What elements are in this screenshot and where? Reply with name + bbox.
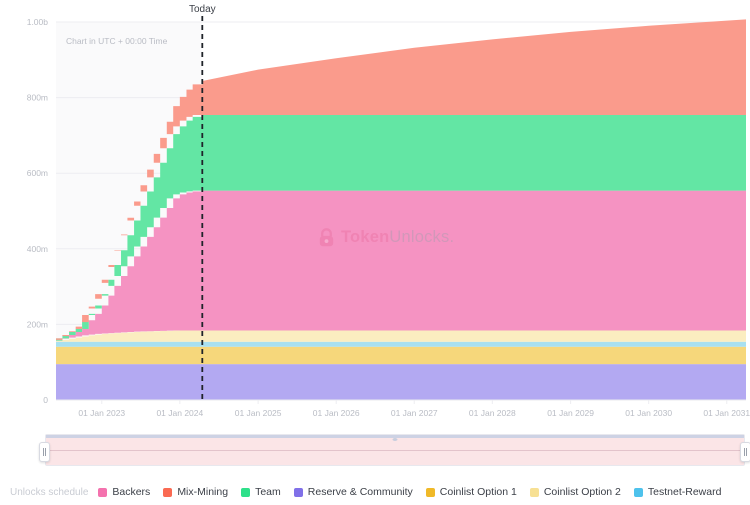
token-unlocks-chart-page: 0 200m 400m 600m 800m 1.00b 01 Jan 2023 01 Jan … — [0, 0, 750, 505]
area-band-coinlist-option-2 — [56, 330, 746, 341]
legend-label: Coinlist Option 2 — [544, 486, 621, 498]
legend-item-coinlist-option-2[interactable]: Coinlist Option 2 — [530, 486, 621, 498]
legend-label: Mix-Mining — [177, 486, 228, 498]
legend-swatch — [98, 488, 107, 497]
area-band-testnet-reward — [56, 342, 746, 347]
grip-line-icon — [746, 448, 747, 456]
legend-swatch — [634, 488, 643, 497]
legend-swatch — [530, 488, 539, 497]
legend-label: Coinlist Option 1 — [440, 486, 517, 498]
legend-item-reserve-community[interactable]: Reserve & Community — [294, 486, 413, 498]
area-band-coinlist-option-1 — [56, 347, 746, 364]
x-axis-tick-label: 01 Jan 2025 — [235, 408, 282, 418]
legend-title: Unlocks schedule — [10, 487, 88, 498]
y-axis-tick-label: 200m — [27, 319, 48, 329]
legend-label: Team — [255, 486, 281, 498]
today-marker-label: Today — [189, 4, 216, 15]
range-selector-center-marker — [393, 438, 398, 441]
x-axis-tick-label: 01 Jan 2027 — [391, 408, 438, 418]
x-axis-tick-label: 01 Jan 2023 — [78, 408, 125, 418]
legend-item-testnet-reward[interactable]: Testnet-Reward — [634, 486, 722, 498]
legend-swatch — [163, 488, 172, 497]
legend-item-team[interactable]: Team — [241, 486, 281, 498]
x-axis-tick-label: 01 Jan 2030 — [625, 408, 672, 418]
range-selector-baseline — [46, 450, 744, 451]
legend-item-list: Backers Mix-Mining Team Reserve & Community… — [98, 486, 734, 498]
x-axis-tick-label: 01 Jan 2026 — [313, 408, 360, 418]
range-selector-track[interactable] — [45, 434, 745, 466]
y-axis-tick-label: 400m — [27, 244, 48, 254]
x-axis-tick-label: 01 Jan 2031 — [703, 408, 750, 418]
legend-swatch — [241, 488, 250, 497]
legend-item-mix-mining[interactable]: Mix-Mining — [163, 486, 228, 498]
chart-container[interactable]: 0 200m 400m 600m 800m 1.00b 01 Jan 2023 01 Jan … — [0, 0, 750, 430]
legend-item-coinlist-option-1[interactable]: Coinlist Option 1 — [426, 486, 517, 498]
utc-note: Chart in UTC + 00:00 Time — [66, 36, 168, 46]
y-axis-tick-label: 800m — [27, 93, 48, 103]
area-band-reserve-community — [56, 364, 746, 400]
chart-legend: Unlocks schedule Backers Mix-Mining Team Re… — [10, 486, 750, 498]
range-selector[interactable] — [45, 428, 745, 468]
y-axis-tick-label: 600m — [27, 168, 48, 178]
grip-line-icon — [45, 448, 46, 456]
range-end-handle[interactable] — [740, 442, 750, 462]
stacked-area-chart[interactable]: 0 200m 400m 600m 800m 1.00b 01 Jan 2023 01 Jan … — [0, 0, 750, 430]
y-axis-tick-label: 1.00b — [27, 17, 49, 27]
x-axis-tick-label: 01 Jan 2024 — [156, 408, 203, 418]
range-start-handle[interactable] — [39, 442, 50, 462]
legend-swatch — [294, 488, 303, 497]
y-axis-tick-label: 0 — [43, 395, 48, 405]
legend-item-backers[interactable]: Backers — [98, 486, 150, 498]
x-axis-tick-label: 01 Jan 2028 — [469, 408, 516, 418]
x-axis-tick-label: 01 Jan 2029 — [547, 408, 594, 418]
legend-label: Reserve & Community — [308, 486, 413, 498]
grip-line-icon — [744, 448, 745, 456]
legend-swatch — [426, 488, 435, 497]
legend-label: Testnet-Reward — [648, 486, 722, 498]
legend-label: Backers — [112, 486, 150, 498]
grip-line-icon — [43, 448, 44, 456]
